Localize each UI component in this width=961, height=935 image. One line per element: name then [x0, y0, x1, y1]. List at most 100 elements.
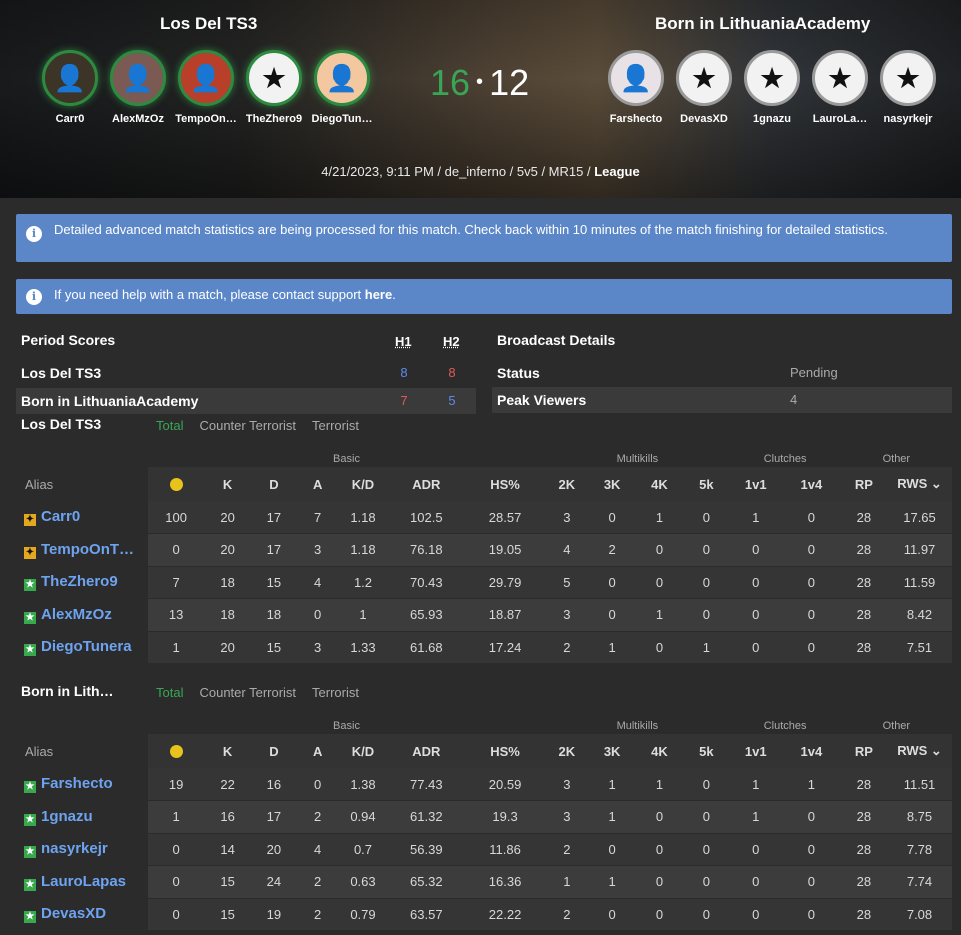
player-card[interactable]: 👤 AlexMzOz: [104, 50, 172, 125]
col-k4[interactable]: 4K: [635, 734, 684, 768]
col-k5[interactable]: 5k: [683, 467, 730, 501]
col-hs[interactable]: HS%: [464, 734, 546, 768]
player-card[interactable]: ★ TheZhero9: [240, 50, 308, 125]
player-link[interactable]: ★ Farshecto: [16, 768, 148, 801]
cell-a: 0: [297, 768, 339, 801]
col-k2[interactable]: 2K: [545, 467, 589, 501]
score-separator: •: [476, 71, 484, 93]
col-k2[interactable]: 2K: [545, 734, 589, 768]
cell-rp: 28: [840, 768, 888, 801]
col-d[interactable]: D: [250, 734, 298, 768]
player-link[interactable]: ★ 1gnazu: [16, 800, 148, 834]
col-k4[interactable]: 4K: [635, 467, 684, 501]
col-rws[interactable]: RWS ⌄: [887, 734, 952, 768]
player-link[interactable]: ★ AlexMzOz: [16, 598, 148, 632]
period-h2: 8: [448, 365, 456, 380]
player-name: LauroLa…: [812, 113, 868, 125]
tab-terrorist[interactable]: Terrorist: [312, 418, 359, 433]
cell-c1: 0: [729, 566, 782, 599]
player-card[interactable]: ★ nasyrkejr: [874, 50, 942, 125]
cell-k: 20: [204, 631, 251, 664]
col-k3[interactable]: 3K: [588, 734, 636, 768]
player-card[interactable]: 👤 Farshecto: [602, 50, 670, 125]
cell-hs: 20.59: [464, 768, 546, 801]
score-right: 12: [489, 62, 530, 103]
col-k[interactable]: K: [204, 734, 251, 768]
cell-hs: 28.57: [464, 501, 546, 534]
cell-k2: 3: [545, 800, 589, 834]
col-d[interactable]: D: [250, 467, 298, 501]
cell-k4: 0: [635, 533, 684, 567]
col-hs[interactable]: HS%: [464, 467, 546, 501]
col-c4[interactable]: 1v4: [782, 734, 841, 768]
player-link[interactable]: ★ TheZhero9: [16, 566, 148, 599]
cell-c4: 0: [782, 865, 841, 899]
support-link[interactable]: here: [365, 287, 392, 302]
col-rws[interactable]: RWS ⌄: [887, 467, 952, 501]
player-card[interactable]: 👤 TempoOn…: [172, 50, 240, 125]
col-k3[interactable]: 3K: [588, 467, 636, 501]
table-row: ✦ Carr0 100 20 17 7 1.18 102.5 28.57 3 0 1 0 1 0 28 17.6…: [16, 501, 952, 534]
col-k[interactable]: K: [204, 467, 251, 501]
player-card[interactable]: 👤 Carr0: [36, 50, 104, 125]
col-rp[interactable]: RP: [840, 467, 888, 501]
player-card[interactable]: ★ DevasXD: [670, 50, 738, 125]
col-kd[interactable]: K/D: [338, 467, 388, 501]
col-a[interactable]: A: [297, 467, 339, 501]
cell-hs: 18.87: [464, 598, 546, 632]
cell-k3: 0: [588, 898, 636, 931]
cell-c4: 0: [782, 898, 841, 931]
col-kd[interactable]: K/D: [338, 734, 388, 768]
group-header-row: Basic Multikills Clutches Other: [16, 445, 952, 467]
cell-k5: 0: [683, 865, 730, 899]
team1-tabs: Total Counter Terrorist Terrorist: [156, 418, 375, 433]
col-c1[interactable]: 1v1: [729, 734, 782, 768]
tab-counter-terrorist[interactable]: Counter Terrorist: [199, 418, 296, 433]
team-left-name[interactable]: Los Del TS3: [160, 14, 257, 34]
tab-total[interactable]: Total: [156, 418, 183, 433]
cell-k5: 1: [683, 631, 730, 664]
col-alias[interactable]: Alias: [16, 734, 148, 768]
cell-k: 14: [204, 833, 251, 866]
cell-k3: 1: [588, 631, 636, 664]
player-card[interactable]: ★ LauroLa…: [806, 50, 874, 125]
player-link[interactable]: ★ DiegoTunera: [16, 631, 148, 664]
h2-header: H2: [443, 334, 460, 349]
tab-terrorist[interactable]: Terrorist: [312, 685, 359, 700]
column-header-row: Alias K D A K/D ADR HS% 2K 3K 4K 5k 1v1 1v4 RP RWS ⌄: [16, 734, 952, 768]
col-rp[interactable]: RP: [840, 734, 888, 768]
cell-k: 15: [204, 865, 251, 899]
col-smile[interactable]: [147, 734, 205, 768]
player-card[interactable]: ★ 1gnazu: [738, 50, 806, 125]
cell-a: 2: [297, 865, 339, 899]
col-k5[interactable]: 5k: [683, 734, 730, 768]
col-smile[interactable]: [147, 467, 205, 501]
cell-smile: 13: [147, 598, 205, 632]
cell-smile: 0: [147, 898, 205, 931]
col-a[interactable]: A: [297, 734, 339, 768]
cell-k2: 5: [545, 566, 589, 599]
player-link[interactable]: ★ nasyrkejr: [16, 833, 148, 866]
player-link[interactable]: ✦ TempoOnT…: [16, 533, 148, 567]
tab-counter-terrorist[interactable]: Counter Terrorist: [199, 685, 296, 700]
cell-rws: 7.51: [887, 631, 952, 664]
help-suffix: .: [392, 287, 396, 302]
player-link[interactable]: ★ LauroLapas: [16, 865, 148, 899]
cell-kd: 1.18: [338, 501, 388, 534]
col-adr[interactable]: ADR: [387, 467, 465, 501]
cell-k3: 0: [588, 566, 636, 599]
player-card[interactable]: 👤 DiegoTun…: [308, 50, 376, 125]
team-right-name[interactable]: Born in LithuaniaAcademy: [655, 14, 870, 34]
cell-k5: 0: [683, 768, 730, 801]
group-other: Other: [882, 720, 911, 732]
col-alias[interactable]: Alias: [16, 467, 148, 501]
cell-smile: 1: [147, 631, 205, 664]
col-c1[interactable]: 1v1: [729, 467, 782, 501]
tab-total[interactable]: Total: [156, 685, 183, 700]
cell-a: 2: [297, 898, 339, 931]
player-link[interactable]: ✦ Carr0: [16, 501, 148, 534]
cell-d: 19: [250, 898, 298, 931]
col-adr[interactable]: ADR: [387, 734, 465, 768]
player-link[interactable]: ★ DevasXD: [16, 898, 148, 931]
col-c4[interactable]: 1v4: [782, 467, 841, 501]
